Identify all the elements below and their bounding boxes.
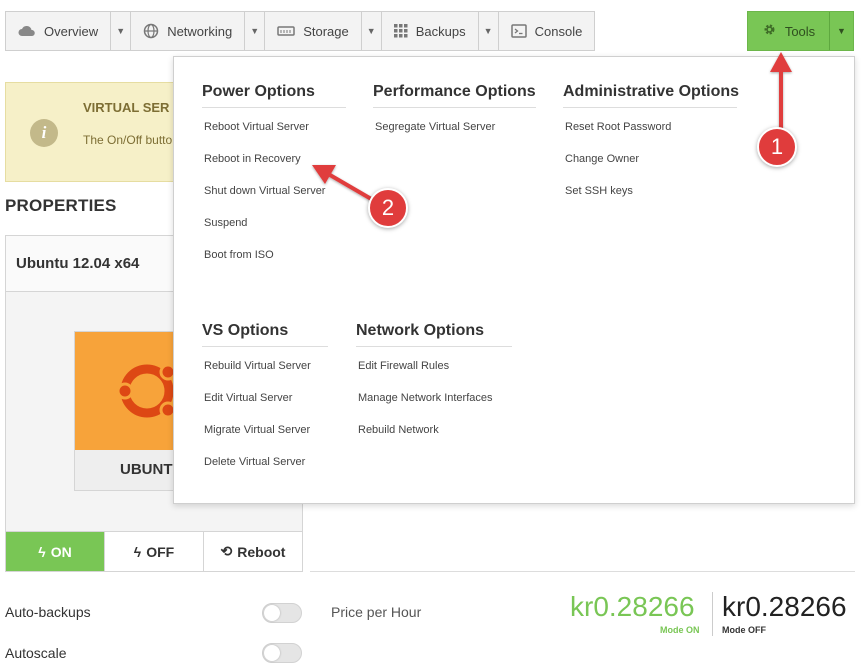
tools-label: Tools — [784, 23, 816, 39]
power-off-label: OFF — [146, 543, 175, 560]
nav-backups-button[interactable]: Backups — [382, 12, 478, 50]
price-divider — [712, 592, 713, 636]
price-off-value: kr0.28266 — [722, 591, 847, 622]
bolt-icon: ϟ — [38, 543, 46, 560]
menu-set-ssh-keys[interactable]: Set SSH keys — [563, 184, 737, 216]
auto-backups-label: Auto-backups — [5, 604, 91, 620]
menu-suspend[interactable]: Suspend — [202, 216, 346, 248]
globe-icon — [143, 23, 159, 39]
menu-change-owner[interactable]: Change Owner — [563, 152, 737, 184]
grid-icon — [393, 24, 408, 38]
tools-button[interactable]: Tools — [748, 12, 829, 50]
gear-icon — [762, 22, 777, 40]
power-on-label: ON — [50, 543, 72, 560]
nav-group-console: Console — [497, 11, 596, 51]
mode-on-label: Mode ON — [660, 625, 700, 635]
nav-storage-caret-button[interactable]: ▼ — [360, 12, 381, 50]
reboot-label: Reboot — [237, 543, 286, 560]
nav-networking-caret-button[interactable]: ▼ — [244, 12, 264, 50]
tools-dropdown-menu: Power Options Reboot Virtual Server Rebo… — [173, 56, 855, 504]
network-options-title: Network Options — [356, 322, 512, 347]
nav-networking-button[interactable]: Networking — [131, 12, 244, 50]
console-icon — [510, 24, 527, 38]
menu-rebuild-network[interactable]: Rebuild Network — [356, 423, 512, 455]
performance-options-section: Performance Options Segregate Virtual Se… — [373, 83, 536, 152]
menu-boot-from-iso[interactable]: Boot from ISO — [202, 248, 346, 280]
nav-group-overview: Overview ▼ — [5, 11, 132, 51]
performance-options-title: Performance Options — [373, 83, 536, 108]
caret-down-icon: ▼ — [116, 26, 126, 36]
divider — [310, 571, 855, 572]
administrative-options-title: Administrative Options — [563, 83, 739, 108]
autoscale-toggle[interactable] — [262, 643, 302, 663]
nav-backups-label: Backups — [415, 23, 466, 39]
caret-down-icon: ▼ — [483, 26, 493, 36]
info-icon: i — [30, 119, 58, 147]
top-nav: Overview ▼ Networking ▼ Storage ▼ Backup… — [5, 11, 596, 51]
caret-down-icon: ▼ — [366, 26, 376, 36]
properties-title: PROPERTIES — [5, 196, 117, 215]
menu-rebuild-virtual-server[interactable]: Rebuild Virtual Server — [202, 359, 328, 391]
nav-networking-label: Networking — [167, 23, 233, 39]
nav-group-networking: Networking ▼ — [130, 11, 266, 51]
menu-reboot-in-recovery[interactable]: Reboot in Recovery — [202, 152, 346, 184]
annotation-badge-1: 1 — [757, 127, 797, 167]
menu-manage-network-interfaces[interactable]: Manage Network Interfaces — [356, 391, 512, 423]
menu-segregate-virtual-server[interactable]: Segregate Virtual Server — [373, 120, 536, 152]
power-on-button[interactable]: ϟ ON — [6, 532, 105, 571]
tools-dropdown-button[interactable]: Tools ▼ — [747, 11, 854, 51]
caret-down-icon: ▼ — [837, 26, 846, 36]
vs-options-title: VS Options — [202, 322, 328, 347]
nav-console-label: Console — [534, 23, 583, 39]
caret-down-icon: ▼ — [250, 26, 260, 36]
nav-overview-label: Overview — [44, 23, 99, 39]
nav-overview-button[interactable]: Overview — [6, 12, 110, 50]
nav-group-storage: Storage ▼ — [264, 11, 382, 51]
nav-overview-caret-button[interactable]: ▼ — [110, 12, 130, 50]
power-off-button[interactable]: ϟ OFF — [105, 532, 204, 571]
price-per-hour-label: Price per Hour — [331, 604, 422, 620]
vs-options-section: VS Options Rebuild Virtual Server Edit V… — [202, 322, 328, 487]
refresh-icon: ⟲ — [220, 543, 233, 559]
reboot-button[interactable]: ⟲ Reboot — [204, 532, 302, 571]
power-options-title: Power Options — [202, 83, 346, 108]
autoscale-label: Autoscale — [5, 645, 67, 661]
network-options-section: Network Options Edit Firewall Rules Mana… — [356, 322, 512, 455]
menu-edit-virtual-server[interactable]: Edit Virtual Server — [202, 391, 328, 423]
power-buttons: ϟ ON ϟ OFF ⟲ Reboot — [5, 532, 303, 572]
auto-backups-toggle[interactable] — [262, 603, 302, 623]
nav-backups-caret-button[interactable]: ▼ — [477, 12, 498, 50]
notice-title: VIRTUAL SER — [83, 100, 170, 115]
power-options-section: Power Options Reboot Virtual Server Rebo… — [202, 83, 346, 280]
bolt-icon: ϟ — [133, 543, 142, 560]
menu-delete-virtual-server[interactable]: Delete Virtual Server — [202, 455, 328, 487]
menu-reboot-virtual-server[interactable]: Reboot Virtual Server — [202, 120, 346, 152]
menu-reset-root-password[interactable]: Reset Root Password — [563, 120, 737, 152]
menu-migrate-virtual-server[interactable]: Migrate Virtual Server — [202, 423, 328, 455]
storage-icon — [277, 26, 295, 36]
cloud-icon — [18, 25, 36, 37]
mode-off-label: Mode OFF — [722, 625, 766, 635]
menu-edit-firewall-rules[interactable]: Edit Firewall Rules — [356, 359, 512, 391]
nav-storage-button[interactable]: Storage — [265, 12, 361, 50]
tools-caret-button[interactable]: ▼ — [829, 12, 853, 50]
nav-console-button[interactable]: Console — [499, 12, 595, 50]
administrative-options-section: Administrative Options Reset Root Passwo… — [563, 83, 739, 216]
annotation-badge-2: 2 — [368, 188, 408, 228]
menu-shut-down-virtual-server[interactable]: Shut down Virtual Server — [202, 184, 346, 216]
price-on-value: kr0.28266 — [570, 591, 695, 622]
nav-group-backups: Backups ▼ — [380, 11, 499, 51]
nav-storage-label: Storage — [303, 23, 349, 39]
